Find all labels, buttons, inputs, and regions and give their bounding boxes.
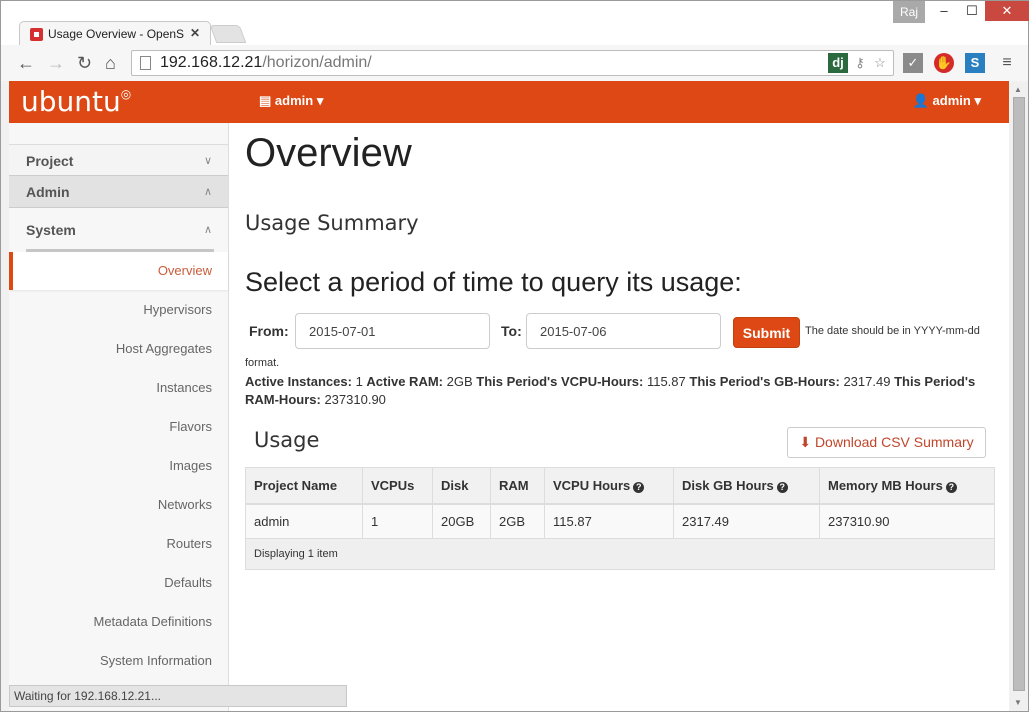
scrollbar-thumb[interactable] bbox=[1013, 97, 1025, 691]
sidebar-item-networks[interactable]: Networks bbox=[9, 485, 228, 524]
cell-disk-gb-hours: 2317.49 bbox=[673, 503, 820, 539]
back-icon[interactable]: ← bbox=[17, 53, 35, 74]
user-menu[interactable]: 👤 admin ▾ bbox=[913, 93, 981, 109]
download-csv-button[interactable]: ⬇ Download CSV Summary bbox=[787, 427, 986, 458]
table-footer: Displaying 1 item bbox=[245, 538, 995, 570]
menu-icon[interactable]: ≡ bbox=[997, 53, 1017, 73]
table-header-row: Project Name VCPUs Disk RAM VCPU Hours? … bbox=[245, 467, 995, 505]
sidebar-item-instances[interactable]: Instances bbox=[9, 368, 228, 407]
help-icon[interactable]: ? bbox=[633, 481, 645, 493]
key-icon[interactable]: ⚷ bbox=[850, 53, 870, 73]
sidebar-item-host-aggregates[interactable]: Host Aggregates bbox=[9, 329, 228, 368]
usage-table: Project Name VCPUs Disk RAM VCPU Hours? … bbox=[245, 467, 995, 570]
status-bar: Waiting for 192.168.12.21... bbox=[9, 685, 347, 707]
chevron-up-icon: ∧ bbox=[203, 186, 212, 198]
column-header[interactable]: Disk GB Hours? bbox=[673, 467, 820, 505]
download-icon: ⬇ bbox=[799, 434, 815, 450]
browser-tab[interactable]: Usage Overview - OpenSt ✕ bbox=[19, 21, 211, 47]
column-header[interactable]: RAM bbox=[490, 467, 545, 505]
submit-button[interactable]: Submit bbox=[733, 317, 800, 348]
project-icon: ▤ bbox=[259, 93, 275, 108]
sidebar: Project ∨ Admin ∧ System ∧ Overview Hypervi… bbox=[9, 123, 229, 711]
page-title: Overview bbox=[245, 131, 412, 175]
close-window-button[interactable]: ✕ bbox=[985, 1, 1029, 21]
from-date-input[interactable] bbox=[295, 313, 490, 349]
s-extension-icon[interactable]: S bbox=[965, 53, 985, 73]
home-icon[interactable]: ⌂ bbox=[105, 53, 116, 74]
sidebar-item-routers[interactable]: Routers bbox=[9, 524, 228, 563]
from-label: From: bbox=[249, 323, 289, 339]
cell-memory-mb-hours: 237310.90 bbox=[819, 503, 995, 539]
chevron-up-icon: ∧ bbox=[203, 224, 212, 236]
help-icon[interactable]: ? bbox=[776, 481, 788, 493]
usage-summary-text: Active Instances: 1 Active RAM: 2GB This… bbox=[245, 374, 976, 407]
url-text: 192.168.12.21/horizon/admin/ bbox=[160, 54, 372, 71]
column-header[interactable]: VCPU Hours? bbox=[544, 467, 674, 505]
to-date-input[interactable] bbox=[526, 313, 721, 349]
table-row: admin 1 20GB 2GB 115.87 2317.49 237310.9… bbox=[245, 503, 995, 539]
divider bbox=[26, 249, 214, 252]
scroll-down-icon[interactable]: ▼ bbox=[1014, 698, 1022, 707]
sidebar-dashboard-admin[interactable]: Admin ∧ bbox=[9, 176, 228, 208]
to-label: To: bbox=[501, 323, 522, 339]
minimize-button[interactable]: ‒ bbox=[931, 1, 957, 21]
openstack-favicon-icon bbox=[30, 28, 43, 41]
column-header[interactable]: Memory MB Hours? bbox=[819, 467, 995, 505]
usage-table-title: Usage bbox=[254, 428, 320, 452]
cell-vcpus: 1 bbox=[362, 503, 433, 539]
browser-window: Usage Overview - OpenSt ✕ Raj ‒ ☐ ✕ ← → … bbox=[0, 0, 1029, 712]
cell-disk: 20GB bbox=[432, 503, 491, 539]
column-header[interactable]: Project Name bbox=[245, 467, 363, 505]
bookmark-star-icon[interactable]: ☆ bbox=[870, 53, 890, 73]
caret-down-icon: ▾ bbox=[316, 93, 324, 108]
cell-ram: 2GB bbox=[490, 503, 545, 539]
sidebar-panel-group-system[interactable]: System ∧ bbox=[9, 208, 228, 252]
address-bar[interactable]: 192.168.12.21/horizon/admin/ dj ⚷ ☆ bbox=[131, 50, 894, 76]
table-footer-row: Displaying 1 item bbox=[245, 538, 995, 570]
top-navbar: ubuntu◎ ▤ admin ▾ 👤 admin ▾ bbox=[9, 81, 1009, 123]
cell-project-name: admin bbox=[245, 503, 363, 539]
tab-title: Usage Overview - OpenSt bbox=[48, 27, 184, 41]
scroll-up-icon[interactable]: ▲ bbox=[1014, 85, 1022, 94]
sidebar-item-system-information[interactable]: System Information bbox=[9, 641, 228, 680]
title-bar: Usage Overview - OpenSt ✕ Raj ‒ ☐ ✕ bbox=[1, 1, 1029, 47]
caret-down-icon: ▾ bbox=[974, 93, 981, 108]
column-header[interactable]: Disk bbox=[432, 467, 491, 505]
sidebar-item-metadata-definitions[interactable]: Metadata Definitions bbox=[9, 602, 228, 641]
ubuntu-logo[interactable]: ubuntu◎ bbox=[21, 85, 131, 118]
sidebar-item-flavors[interactable]: Flavors bbox=[9, 407, 228, 446]
user-icon: 👤 bbox=[912, 93, 933, 108]
query-heading: Select a period of time to query its usa… bbox=[245, 267, 742, 297]
page-content: ubuntu◎ ▤ admin ▾ 👤 admin ▾ Project ∨ Adm… bbox=[9, 81, 1009, 711]
sidebar-dashboard-project[interactable]: Project ∨ bbox=[9, 144, 228, 176]
sidebar-item-images[interactable]: Images bbox=[9, 446, 228, 485]
close-tab-icon[interactable]: ✕ bbox=[190, 26, 200, 40]
adblock-icon[interactable]: ✋ bbox=[934, 53, 954, 73]
browser-toolbar: ← → ↻ ⌂ 192.168.12.21/horizon/admin/ dj … bbox=[1, 45, 1028, 81]
maximize-button[interactable]: ☐ bbox=[959, 1, 985, 21]
date-format-hint: The date should be in YYYY-mm-dd bbox=[805, 325, 980, 337]
reload-icon[interactable]: ↻ bbox=[77, 53, 92, 74]
checkmark-extension-icon[interactable]: ✓ bbox=[903, 53, 923, 73]
profile-button[interactable]: Raj bbox=[893, 1, 925, 23]
help-icon[interactable]: ? bbox=[945, 481, 957, 493]
forward-icon[interactable]: → bbox=[47, 53, 65, 74]
django-extension-icon[interactable]: dj bbox=[828, 53, 848, 73]
sidebar-item-hypervisors[interactable]: Hypervisors bbox=[9, 290, 228, 329]
cell-vcpu-hours: 115.87 bbox=[544, 503, 674, 539]
sidebar-item-overview[interactable]: Overview bbox=[9, 252, 228, 290]
chevron-down-icon: ∨ bbox=[203, 155, 212, 167]
vertical-scrollbar[interactable]: ▲ ▼ bbox=[1010, 83, 1028, 709]
usage-summary-heading: Usage Summary bbox=[245, 211, 419, 235]
sidebar-item-defaults[interactable]: Defaults bbox=[9, 563, 228, 602]
project-selector[interactable]: ▤ admin ▾ bbox=[259, 93, 323, 109]
date-format-hint-cont: format. bbox=[245, 357, 280, 369]
page-icon bbox=[140, 56, 151, 70]
new-tab-button[interactable] bbox=[209, 25, 247, 43]
column-header[interactable]: VCPUs bbox=[362, 467, 433, 505]
